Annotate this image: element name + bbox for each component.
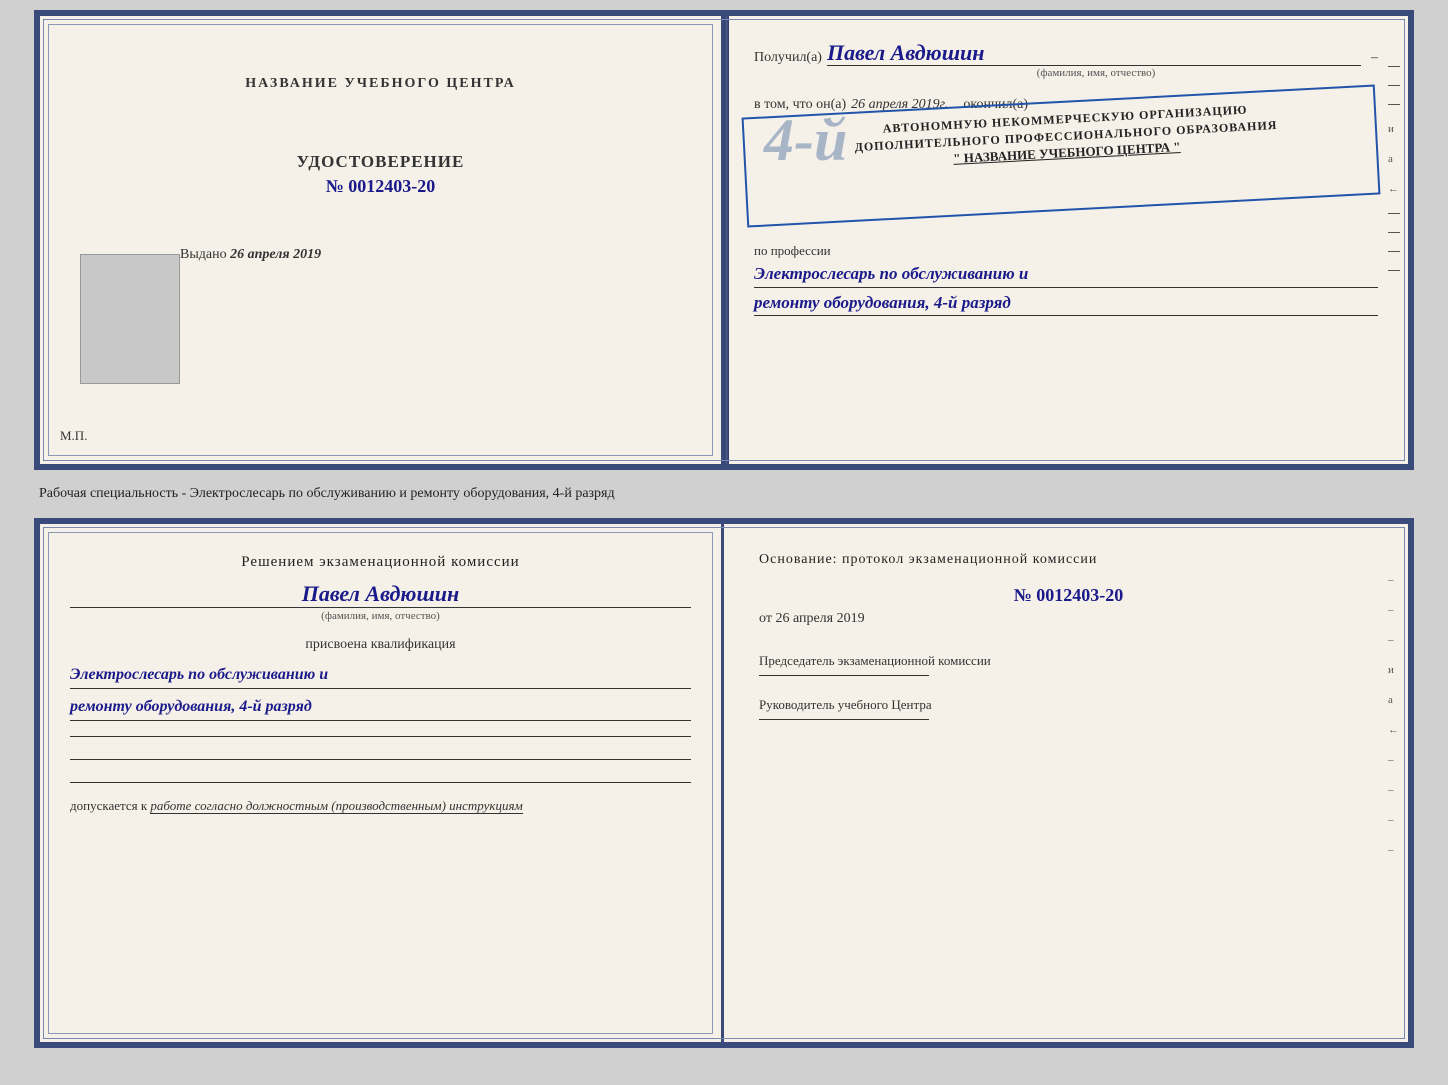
char-a: а — [1388, 153, 1400, 165]
mp-label: М.П. — [60, 428, 87, 444]
assigned-label: присвоена квалификация — [70, 637, 691, 653]
dash-6 — [1388, 251, 1400, 252]
recipient-section: Получил(а) Павел Авдюшин – — [754, 41, 1378, 66]
допускается-label: допускается к — [70, 798, 147, 813]
bdash-3: – — [1388, 634, 1400, 646]
right-decorative-dashes: и а ← — [1388, 66, 1400, 271]
top-document: НАЗВАНИЕ УЧЕБНОГО ЦЕНТРА УДОСТОВЕРЕНИЕ №… — [34, 10, 1414, 470]
bchar-i: и — [1388, 664, 1400, 676]
dash-1 — [1388, 66, 1400, 67]
bdash-2: – — [1388, 604, 1400, 616]
issued-date: 26 апреля 2019 — [230, 247, 321, 262]
допускается-text: работе согласно должностным (производств… — [150, 798, 522, 814]
fio-hint-bottom: (фамилия, имя, отчество) — [70, 610, 691, 622]
vtom-label: в том, что он(а) — [754, 97, 846, 113]
okonchil-label: окончил(а) — [963, 97, 1028, 113]
bottom-right-panel: Основание: протокол экзаменационной коми… — [724, 524, 1408, 1042]
dash-5 — [1388, 232, 1400, 233]
rukovoditel-block: Руководитель учебного Центра — [759, 696, 1378, 720]
issued-label: Выдано — [180, 247, 227, 262]
profession-text-line2: ремонту оборудования, 4-й разряд — [754, 290, 1378, 317]
profession-text-line1: Электрослесарь по обслуживанию и — [754, 261, 1378, 288]
middle-label: Рабочая специальность - Электрослесарь п… — [34, 478, 1414, 510]
doc-left-panel: НАЗВАНИЕ УЧЕБНОГО ЦЕНТРА УДОСТОВЕРЕНИЕ №… — [40, 16, 724, 464]
dash-after-name: – — [1371, 50, 1378, 66]
fio-hint-top: (фамилия, имя, отчество) — [814, 67, 1378, 79]
qualification-line1: Электрослесарь по обслуживанию и — [70, 661, 691, 689]
vtom-date: 26 апреля 2019г. — [851, 97, 948, 113]
допускается-section: допускается к работе согласно должностны… — [70, 798, 691, 814]
bchar-a: а — [1388, 694, 1400, 706]
blank-line-3 — [70, 782, 691, 783]
char-arrow: ← — [1388, 183, 1400, 195]
bdash-1: – — [1388, 574, 1400, 586]
bottom-person-name: Павел Авдюшин — [70, 581, 691, 608]
working-specialty-text: Рабочая специальность - Электрослесарь п… — [39, 486, 615, 501]
dash-4 — [1388, 213, 1400, 214]
profession-section: по профессии Электрослесарь по обслужива… — [754, 243, 1378, 316]
bottom-document: Решением экзаменационной комиссии Павел … — [34, 518, 1414, 1048]
protocol-number: № 0012403-20 — [759, 585, 1378, 606]
protocol-date: от 26 апреля 2019 — [759, 611, 1378, 627]
doc-type: УДОСТОВЕРЕНИЕ — [297, 152, 465, 172]
bdash-7: – — [1388, 844, 1400, 856]
recipient-name: Павел Авдюшин — [827, 41, 1361, 66]
dash-7 — [1388, 270, 1400, 271]
profession-label: по профессии — [754, 243, 1378, 259]
chairman-sig-line — [759, 675, 929, 676]
doc-number: № 0012403-20 — [326, 176, 436, 197]
doc-right-panel: Получил(а) Павел Авдюшин – (фамилия, имя… — [724, 16, 1408, 464]
protocol-date-value: 26 апреля 2019 — [775, 611, 864, 626]
blank-signature-lines — [70, 736, 691, 783]
issued-section: Выдано 26 апреля 2019 — [180, 247, 321, 263]
blank-line-2 — [70, 759, 691, 760]
char-i: и — [1388, 123, 1400, 135]
received-label: Получил(а) — [754, 50, 822, 66]
rukovoditel-sig-line — [759, 719, 929, 720]
qualification-line2: ремонту оборудования, 4-й разряд — [70, 693, 691, 721]
chairman-title: Председатель экзаменационной комиссии — [759, 652, 1378, 670]
bdash-6: – — [1388, 814, 1400, 826]
from-label: от — [759, 611, 772, 626]
decision-title: Решением экзаменационной комиссии — [70, 554, 691, 571]
photo-placeholder — [80, 254, 180, 384]
chairman-block: Председатель экзаменационной комиссии — [759, 652, 1378, 676]
bottom-right-dashes: – – – и а ← – – – – — [1388, 574, 1400, 856]
bdash-4: – — [1388, 754, 1400, 766]
bdash-5: – — [1388, 784, 1400, 796]
rukovoditel-title: Руководитель учебного Центра — [759, 696, 1378, 714]
osnование-title: Основание: протокол экзаменационной коми… — [759, 549, 1378, 570]
bchar-arrow: ← — [1388, 724, 1400, 736]
center-name-top: НАЗВАНИЕ УЧЕБНОГО ЦЕНТРА — [245, 76, 515, 92]
dash-3 — [1388, 104, 1400, 105]
bottom-left-panel: Решением экзаменационной комиссии Павел … — [40, 524, 724, 1042]
blank-line-1 — [70, 736, 691, 737]
dash-2 — [1388, 85, 1400, 86]
